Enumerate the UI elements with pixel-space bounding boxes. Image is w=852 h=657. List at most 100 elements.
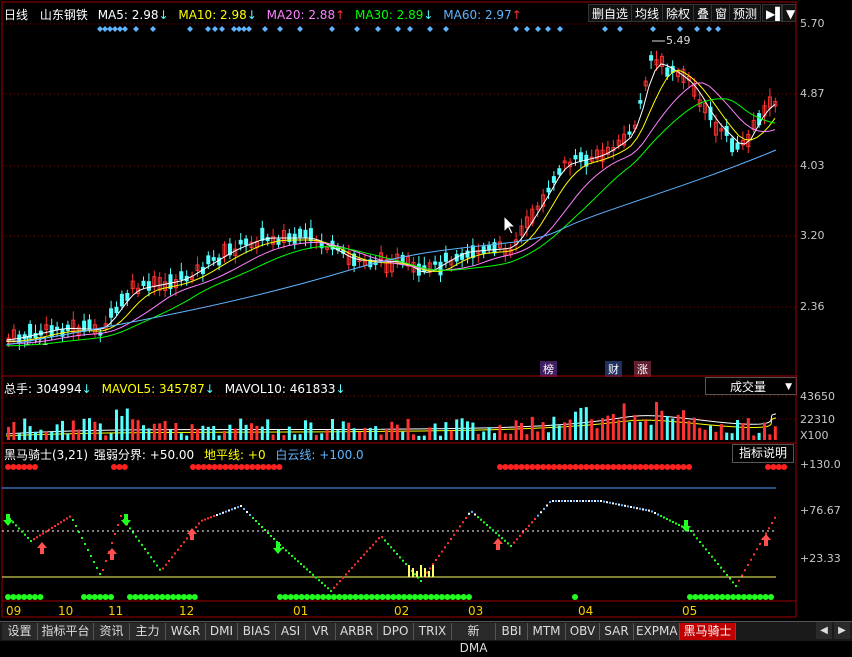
oscillator-dot bbox=[492, 529, 494, 532]
oscillator-dot bbox=[726, 574, 728, 576]
oscillator-dot bbox=[243, 508, 245, 510]
oscillator-dot bbox=[171, 556, 173, 559]
oversold-dot bbox=[433, 594, 440, 600]
oscillator-dot bbox=[135, 535, 137, 538]
candle-body bbox=[443, 252, 448, 262]
volume-bar bbox=[579, 407, 583, 440]
tab-ARBR[interactable]: ARBR bbox=[336, 623, 378, 640]
oscillator-dot bbox=[516, 538, 518, 541]
volume-bar bbox=[449, 430, 453, 440]
oscillator-dot bbox=[717, 563, 719, 565]
oscillator-dot bbox=[378, 537, 380, 540]
overbought-dot bbox=[190, 464, 196, 470]
oversold-dot bbox=[325, 594, 332, 600]
oscillator-dot bbox=[450, 538, 452, 540]
oversold-dot bbox=[304, 594, 310, 600]
overbought-dot bbox=[583, 464, 590, 470]
volume-bar bbox=[606, 415, 610, 440]
overbought-dot bbox=[615, 464, 622, 470]
oscillator-dot bbox=[639, 507, 641, 510]
oversold-dot bbox=[358, 594, 364, 600]
oscillator-dot bbox=[162, 567, 164, 570]
candle-body bbox=[481, 246, 486, 254]
tab-SAR[interactable]: SAR bbox=[600, 623, 634, 640]
oscillator-dot bbox=[291, 554, 293, 557]
oversold-dot bbox=[714, 594, 720, 600]
tab-ASI[interactable]: ASI bbox=[276, 623, 306, 640]
stock-chart-canvas[interactable] bbox=[0, 0, 852, 620]
overbought-dot bbox=[15, 464, 22, 470]
tab-设置[interactable]: 设置 bbox=[2, 623, 38, 640]
oscillator-dot bbox=[168, 560, 170, 562]
oscillator-dot bbox=[219, 512, 221, 515]
oscillator-dot bbox=[552, 500, 554, 502]
volume-bar bbox=[590, 419, 594, 440]
oscillator-dot bbox=[54, 525, 56, 527]
tab-资讯[interactable]: 资讯 bbox=[94, 623, 130, 640]
tab-VR[interactable]: VR bbox=[306, 623, 336, 640]
oversold-dot bbox=[719, 594, 726, 600]
volume-bar bbox=[223, 430, 226, 440]
signal-diamond bbox=[219, 26, 225, 32]
volume-bar bbox=[676, 414, 680, 440]
tab-黑马骑士[interactable]: 黑马骑士 bbox=[680, 623, 736, 640]
oversold-dot bbox=[395, 594, 402, 600]
oscillator-dot bbox=[306, 568, 308, 571]
tab-DPO[interactable]: DPO bbox=[378, 623, 414, 640]
overbought-dot bbox=[781, 464, 788, 470]
tab-OBV[interactable]: OBV bbox=[566, 623, 600, 640]
oscillator-dot bbox=[42, 532, 44, 535]
tab-指标平台[interactable]: 指标平台 bbox=[38, 623, 94, 640]
oversold-dot bbox=[10, 594, 17, 600]
oscillator-dot bbox=[426, 571, 428, 574]
oscillator-dot bbox=[540, 511, 542, 514]
oscillator-dot bbox=[147, 552, 149, 555]
tab-EXPMA[interactable]: EXPMA bbox=[634, 623, 680, 640]
oscillator-dot bbox=[177, 548, 179, 551]
volume-bar bbox=[709, 425, 712, 440]
tab-DMI[interactable]: DMI bbox=[206, 623, 238, 640]
oscillator-dot bbox=[369, 547, 371, 550]
sell-arrow-icon bbox=[681, 520, 691, 532]
volume-bar bbox=[331, 419, 334, 440]
overbought-dot bbox=[599, 464, 606, 470]
oscillator-dot bbox=[246, 511, 248, 513]
overbought-dot bbox=[249, 464, 256, 470]
oscillator-dot bbox=[741, 574, 743, 577]
tab-BIAS[interactable]: BIAS bbox=[238, 623, 276, 640]
tab-W&R[interactable]: W&R bbox=[166, 623, 206, 640]
tab-新DMA[interactable]: 新DMA bbox=[452, 623, 496, 655]
tab-BBI[interactable]: BBI bbox=[496, 623, 528, 640]
tab-TRIX[interactable]: TRIX bbox=[414, 623, 452, 640]
oscillator-dot bbox=[372, 543, 374, 546]
volume-bar bbox=[665, 416, 669, 440]
oversold-dot bbox=[379, 594, 386, 600]
oscillator-dot bbox=[405, 563, 407, 566]
overbought-dot bbox=[632, 464, 638, 470]
oscillator-dot bbox=[495, 531, 497, 534]
oversold-dot bbox=[186, 594, 193, 600]
volume-bar bbox=[557, 425, 561, 440]
oversold-dot bbox=[460, 594, 467, 600]
volume-bar bbox=[536, 431, 540, 440]
oversold-dot bbox=[363, 594, 370, 600]
volume-bar bbox=[88, 418, 91, 440]
overbought-dot bbox=[227, 464, 234, 470]
oscillator-dot bbox=[330, 590, 332, 592]
signal-diamond bbox=[443, 26, 449, 32]
candle-body bbox=[244, 238, 249, 246]
oscillator-dot bbox=[675, 522, 677, 525]
volume-bar bbox=[152, 423, 156, 440]
oscillator-dot bbox=[510, 545, 512, 547]
volume-bar bbox=[509, 433, 513, 440]
signal-diamond bbox=[212, 26, 218, 32]
oscillator-dot bbox=[210, 516, 212, 519]
scroll-left-icon[interactable]: ◀ bbox=[816, 622, 832, 639]
oscillator-dot bbox=[252, 517, 254, 519]
scroll-right-icon[interactable]: ▶ bbox=[834, 622, 850, 639]
oscillator-dot bbox=[321, 581, 323, 584]
volume-bar bbox=[158, 423, 162, 440]
tab-MTM[interactable]: MTM bbox=[528, 623, 566, 640]
tab-主力[interactable]: 主力 bbox=[130, 623, 166, 640]
overbought-dot bbox=[605, 464, 611, 470]
